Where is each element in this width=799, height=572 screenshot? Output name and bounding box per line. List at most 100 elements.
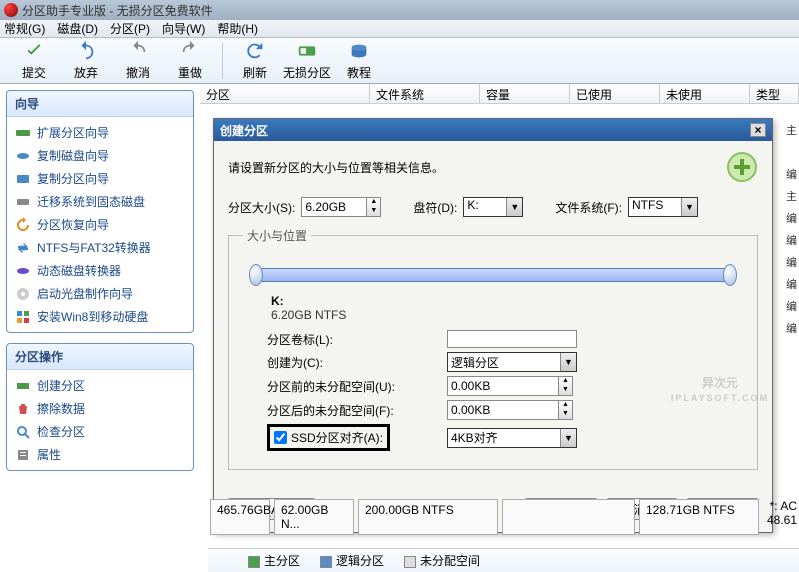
create-partition-dialog: 创建分区 × 请设置新分区的大小与位置等相关信息。 分区大小(S): ▲▼ 盘符… <box>213 118 773 533</box>
legend: 主分区 逻辑分区 未分配空间 <box>208 548 799 572</box>
prop-icon <box>15 447 31 463</box>
slider-track <box>255 268 731 282</box>
menu-disk[interactable]: 磁盘(D) <box>57 20 98 37</box>
undo-arrow-icon <box>75 40 97 62</box>
close-icon[interactable]: × <box>750 123 766 137</box>
ops-panel-title: 分区操作 <box>7 344 193 370</box>
chevron-down-icon: ▼ <box>506 198 522 216</box>
after-l: 分区后的未分配空间(F): <box>267 402 447 419</box>
wizard-panel-title: 向导 <box>7 91 193 117</box>
label-l: 分区卷标(L): <box>267 331 447 348</box>
wizard-item-copy-part[interactable]: 复制分区向导 <box>9 167 191 190</box>
wizard-item-copy-disk[interactable]: 复制磁盘向导 <box>9 144 191 167</box>
spin-down-icon[interactable]: ▼ <box>367 207 380 216</box>
dyn-disk-icon <box>15 263 31 279</box>
ops-panel: 分区操作 创建分区 擦除数据 检查分区 属性 <box>6 343 194 471</box>
after-input[interactable] <box>447 400 559 420</box>
disk-seg-2[interactable]: 200.00GB NTFS <box>358 499 498 535</box>
after-spinner[interactable]: ▲▼ <box>447 400 573 420</box>
slider-handle-left[interactable] <box>249 264 263 286</box>
disk-seg-gap[interactable] <box>502 499 635 535</box>
tb-tutorial[interactable]: 教程 <box>333 40 385 81</box>
wizard-item-migrate[interactable]: 迁移系统到固态磁盘 <box>9 190 191 213</box>
tb-discard[interactable]: 放弃 <box>60 40 112 81</box>
spin-up-icon[interactable]: ▲ <box>559 377 572 386</box>
disk-seg-3[interactable]: 128.71GB NTFS <box>639 499 759 535</box>
ssd-checkbox[interactable] <box>274 431 287 444</box>
create-as-l: 创建为(C): <box>267 354 447 371</box>
window-titlebar: 分区助手专业版 - 无损分区免费软件 <box>0 0 799 20</box>
toolbar-sep <box>222 43 223 79</box>
tb-lossless[interactable]: 无损分区 <box>281 40 333 81</box>
partition-name: K: <box>271 294 743 308</box>
chevron-down-icon: ▼ <box>560 429 576 447</box>
win-icon <box>15 309 31 325</box>
wizard-item-recover[interactable]: 分区恢复向导 <box>9 213 191 236</box>
tb-undo[interactable]: 撤消 <box>112 40 164 81</box>
redo-icon <box>179 40 201 62</box>
col-cap[interactable]: 容量 <box>480 84 570 103</box>
edge-type-labels: 主编主编编编编编编 <box>786 120 797 340</box>
size-spinner[interactable]: ▲▼ <box>301 197 381 217</box>
check-part-icon <box>15 424 31 440</box>
disk-total[interactable]: 465.76GB <box>210 499 270 535</box>
copy-disk-icon <box>15 148 31 164</box>
disk-seg-ext2: 48.61 <box>763 513 797 527</box>
create-as-select[interactable]: 逻辑分区▼ <box>447 352 577 372</box>
chevron-down-icon: ▼ <box>681 198 697 216</box>
wizard-item-boot[interactable]: 启动光盘制作向导 <box>9 282 191 305</box>
tb-refresh[interactable]: 刷新 <box>229 40 281 81</box>
size-slider[interactable] <box>255 260 731 290</box>
create-icon <box>15 378 31 394</box>
fs-select[interactable]: NTFS▼ <box>628 197 698 217</box>
tb-redo[interactable]: 重做 <box>164 40 216 81</box>
before-spinner[interactable]: ▲▼ <box>447 376 573 396</box>
cd-icon <box>15 286 31 302</box>
col-fs[interactable]: 文件系统 <box>370 84 480 103</box>
menu-partition[interactable]: 分区(P) <box>110 20 150 37</box>
menu-wizard[interactable]: 向导(W) <box>162 20 205 37</box>
ssd-icon <box>15 194 31 210</box>
col-partition[interactable]: 分区 <box>200 84 370 103</box>
menu-general[interactable]: 常规(G) <box>4 20 45 37</box>
size-label: 分区大小(S): <box>228 199 295 216</box>
partition-info: 6.20GB NTFS <box>271 308 743 322</box>
wizard-item-convert[interactable]: NTFS与FAT32转换器 <box>9 236 191 259</box>
size-input[interactable] <box>301 197 367 217</box>
menubar: 常规(G) 磁盘(D) 分区(P) 向导(W) 帮助(H) <box>0 20 799 38</box>
partition-icon <box>296 40 318 62</box>
op-check[interactable]: 检查分区 <box>9 420 191 443</box>
spin-down-icon[interactable]: ▼ <box>559 386 572 395</box>
drive-select[interactable]: K:▼ <box>463 197 523 217</box>
convert-icon <box>15 240 31 256</box>
col-free[interactable]: 未使用 <box>660 84 750 103</box>
tb-commit[interactable]: 提交 <box>8 40 60 81</box>
ssd-select[interactable]: 4KB对齐▼ <box>447 428 577 448</box>
spin-up-icon[interactable]: ▲ <box>367 198 380 207</box>
col-type[interactable]: 类型 <box>750 84 799 103</box>
spin-down-icon[interactable]: ▼ <box>559 410 572 419</box>
check-icon <box>23 40 45 62</box>
group-legend: 大小与位置 <box>243 227 311 244</box>
wizard-item-win8[interactable]: 安装Win8到移动硬盘 <box>9 305 191 328</box>
disk-seg-1[interactable]: 62.00GB N... <box>274 499 354 535</box>
label-input[interactable] <box>447 330 577 348</box>
col-used[interactable]: 已使用 <box>570 84 660 103</box>
spin-up-icon[interactable]: ▲ <box>559 401 572 410</box>
slider-handle-right[interactable] <box>723 264 737 286</box>
wizard-item-dynamic[interactable]: 动态磁盘转换器 <box>9 259 191 282</box>
op-prop[interactable]: 属性 <box>9 443 191 466</box>
chevron-down-icon: ▼ <box>560 353 576 371</box>
op-wipe[interactable]: 擦除数据 <box>9 397 191 420</box>
extend-icon <box>15 125 31 141</box>
dialog-titlebar[interactable]: 创建分区 × <box>214 119 772 141</box>
plus-badge-icon <box>726 151 758 183</box>
menu-help[interactable]: 帮助(H) <box>217 20 258 37</box>
wizard-item-extend[interactable]: 扩展分区向导 <box>9 121 191 144</box>
op-create[interactable]: 创建分区 <box>9 374 191 397</box>
before-input[interactable] <box>447 376 559 396</box>
undo-icon <box>127 40 149 62</box>
before-l: 分区前的未分配空间(U): <box>267 378 447 395</box>
recover-icon <box>15 217 31 233</box>
app-icon <box>4 3 18 17</box>
